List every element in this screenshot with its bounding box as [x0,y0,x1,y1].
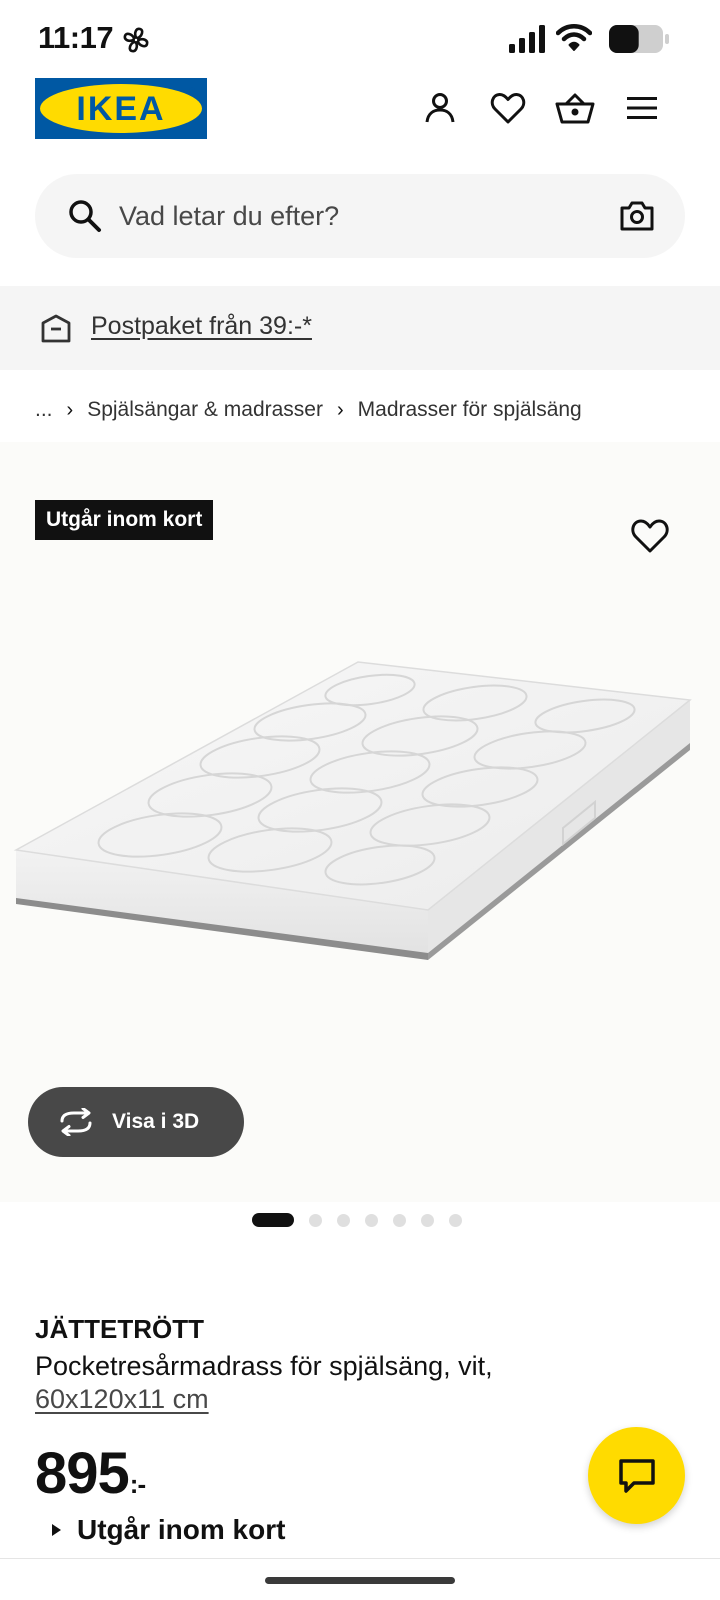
chat-button[interactable] [588,1427,685,1524]
carousel-dot[interactable] [421,1214,434,1227]
home-indicator[interactable] [265,1577,455,1584]
signal-icon [509,25,545,53]
carousel-dot[interactable] [252,1213,294,1227]
chevron-right-icon: › [336,398,344,421]
logo-text: IKEA [76,90,166,128]
fan-icon [123,27,149,53]
favorite-heart-icon[interactable] [630,516,670,556]
carousel-dot[interactable] [309,1214,322,1227]
camera-icon[interactable] [619,198,655,234]
chevron-right-icon: › [66,398,74,421]
product-description: Pocketresårmadrass för spjälsäng, vit, [35,1351,493,1381]
carousel-indicator [0,1212,720,1228]
menu-icon[interactable] [622,88,662,128]
cart-icon[interactable] [555,88,595,128]
header: IKEA ® [0,78,720,164]
product-price: 895:- [35,1440,146,1507]
carousel-dot[interactable] [337,1214,350,1227]
carousel-dot[interactable] [449,1214,462,1227]
price-suffix: :- [129,1469,146,1499]
view-3d-label: Visa i 3D [112,1110,200,1133]
breadcrumb-ellipsis[interactable]: ... [35,398,53,422]
price-value: 895 [35,1441,130,1506]
user-icon[interactable] [420,88,460,128]
carousel-dot[interactable] [393,1214,406,1227]
product-name: JÄTTETRÖTT [35,1314,204,1344]
chat-icon [618,1458,655,1493]
logo-registered-mark: ® [189,86,195,95]
search-icon[interactable] [67,198,103,234]
shipping-link[interactable]: Postpaket från 39:-* [91,312,312,341]
expand-triangle-icon [52,1524,61,1536]
breadcrumb-item[interactable]: Madrasser för spjälsäng [358,398,582,422]
ikea-logo[interactable]: IKEA ® [35,78,207,139]
status-time: 11:17 [38,20,114,55]
search-bar[interactable] [35,174,685,258]
rotate-3d-icon [60,1108,92,1136]
mattress-image [13,661,692,960]
shipping-banner: Postpaket från 39:-* [0,286,720,370]
parcel-icon [41,314,71,343]
status-badge: Utgår inom kort [35,500,214,540]
carousel-dot[interactable] [365,1214,378,1227]
search-input[interactable] [119,192,589,240]
stock-status-label: Utgår inom kort [77,1514,286,1545]
breadcrumb: ... › Spjälsängar & madrasser › Madrasse… [35,395,582,425]
product-size-link[interactable]: 60x120x11 cm [35,1384,209,1415]
wifi-icon [556,24,592,51]
battery-icon [609,25,669,53]
view-3d-button[interactable]: Visa i 3D [28,1087,244,1157]
heart-icon[interactable] [488,88,528,128]
stock-status-toggle[interactable]: Utgår inom kort [52,1514,285,1546]
breadcrumb-item[interactable]: Spjälsängar & madrasser [87,398,323,422]
status-bar: 11:17 [0,0,720,78]
